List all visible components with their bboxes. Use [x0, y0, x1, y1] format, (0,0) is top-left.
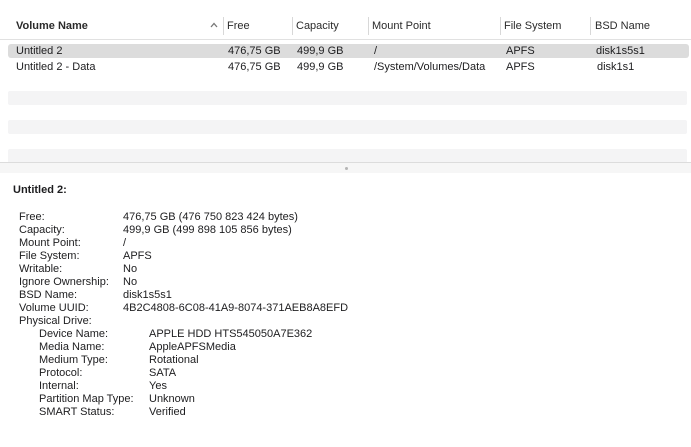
drive-property-label: Device Name: [39, 328, 109, 340]
bsd-name-cell: disk1s5s1 [596, 45, 645, 57]
mount-point-cell: / [374, 45, 378, 57]
drive-property-label: Media Name: [39, 341, 105, 353]
volume-name-cell: Untitled 2 - Data [16, 61, 96, 73]
property-value: No [123, 263, 138, 275]
table-header: Volume Name Free Capacity Mount Point Fi… [0, 13, 691, 40]
column-separator[interactable] [292, 17, 293, 35]
property-label: File System: [19, 250, 80, 262]
divider-handle-icon [345, 167, 348, 170]
file-system-cell: APFS [506, 45, 535, 57]
drive-property-value: APPLE HDD HTS545050A7E362 [149, 328, 313, 340]
detail-pane: Untitled 2: Free: 476,75 GB (476 750 823… [0, 173, 691, 447]
drive-property-label: SMART Status: [39, 406, 115, 418]
file-system-cell: APFS [506, 61, 535, 73]
table-row[interactable]: Untitled 2 - Data 476,75 GB 499,9 GB /Sy… [8, 60, 689, 74]
property-label: Free: [19, 211, 45, 223]
property-label: Ignore Ownership: [19, 276, 109, 288]
column-header-bsd-name[interactable]: BSD Name [595, 20, 650, 32]
empty-row-stripe [8, 149, 687, 163]
capacity-cell: 499,9 GB [297, 61, 344, 73]
free-cell: 476,75 GB [228, 45, 281, 57]
property-value: / [123, 237, 127, 249]
drive-property-label: Partition Map Type: [39, 393, 134, 405]
drive-property-value: Rotational [149, 354, 199, 366]
property-value: disk1s5s1 [123, 289, 172, 301]
volume-name-cell: Untitled 2 [16, 45, 63, 57]
property-label: BSD Name: [19, 289, 78, 301]
column-header-free[interactable]: Free [227, 20, 250, 32]
column-header-volume-name[interactable]: Volume Name [16, 20, 88, 32]
property-value: No [123, 276, 138, 288]
drive-property-label: Internal: [39, 380, 79, 392]
empty-row-stripe [8, 91, 687, 105]
property-label: Writable: [19, 263, 63, 275]
property-value: 476,75 GB (476 750 823 424 bytes) [123, 211, 298, 223]
column-separator[interactable] [368, 17, 369, 35]
property-value: 4B2C4808-6C08-41A9-8074-371AEB8A8EFD [123, 302, 349, 314]
drive-property-value: Verified [149, 406, 186, 418]
property-label: Capacity: [19, 224, 65, 236]
drive-property-value: Unknown [149, 393, 195, 405]
column-header-mount-point[interactable]: Mount Point [372, 20, 431, 32]
bsd-name-cell: disk1s1 [597, 61, 635, 73]
drive-property-label: Protocol: [39, 367, 83, 379]
table-row[interactable]: Untitled 2 476,75 GB 499,9 GB / APFS dis… [8, 44, 689, 58]
volumes-table: Volume Name Free Capacity Mount Point Fi… [0, 0, 691, 163]
capacity-cell: 499,9 GB [297, 45, 344, 57]
drive-property-label: Medium Type: [39, 354, 108, 366]
property-label: Physical Drive: [19, 315, 92, 327]
empty-row-stripe [8, 120, 687, 134]
property-value: 499,9 GB (499 898 105 856 bytes) [123, 224, 292, 236]
free-cell: 476,75 GB [228, 61, 281, 73]
detail-title: Untitled 2: [13, 184, 67, 196]
sort-ascending-icon[interactable] [210, 21, 218, 29]
column-separator[interactable] [500, 17, 501, 35]
column-separator[interactable] [223, 17, 224, 35]
drive-property-value: AppleAPFSMedia [149, 341, 236, 353]
drive-property-value: SATA [149, 367, 177, 379]
property-value: APFS [123, 250, 152, 262]
property-label: Mount Point: [19, 237, 81, 249]
column-separator[interactable] [590, 17, 591, 35]
property-label: Volume UUID: [19, 302, 89, 314]
column-header-capacity[interactable]: Capacity [296, 20, 339, 32]
drive-property-value: Yes [149, 380, 167, 392]
mount-point-cell: /System/Volumes/Data [374, 61, 486, 73]
column-header-file-system[interactable]: File System [504, 20, 561, 32]
